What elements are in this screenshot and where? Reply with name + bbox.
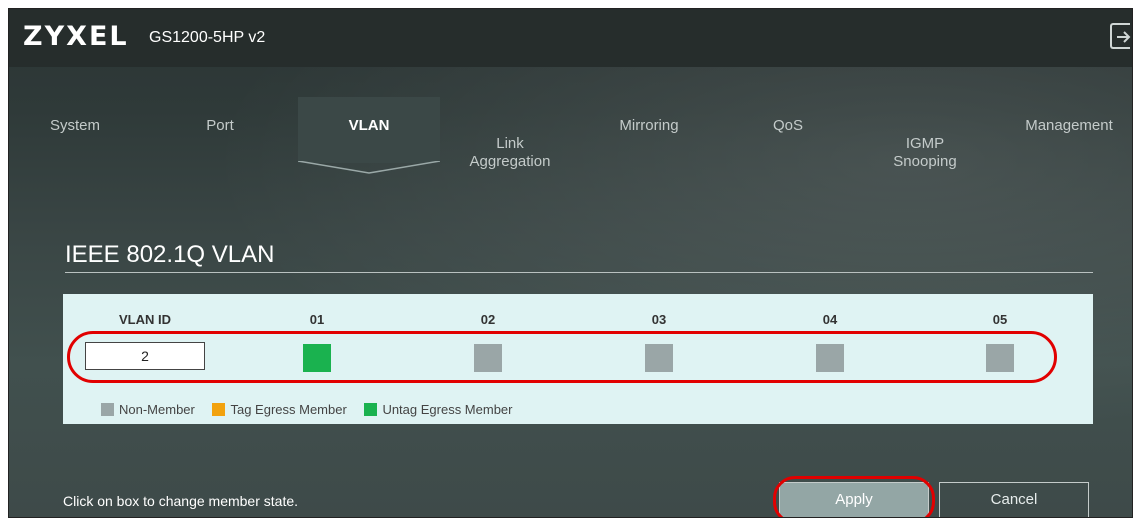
top-bar: ZYXEL GS1200-5HP v2 [9,9,1132,67]
main-nav: System Port VLAN Link Aggregation Mirror… [9,97,1132,174]
vlan-id-header: VLAN ID [119,312,171,327]
tab-link-aggregation[interactable]: Link Aggregation [455,97,565,170]
legend-non-member: Non-Member [101,402,198,417]
legend-label: Non-Member [119,402,195,417]
legend-swatch [364,403,378,416]
port-02-member-box[interactable] [474,344,502,372]
tab-label: Port [206,117,234,134]
tab-management[interactable]: Management [1009,97,1129,163]
app-window: ZYXEL GS1200-5HP v2 System Port VLAN Lin… [8,8,1133,518]
legend-tag-egress: Tag Egress Member [212,402,350,417]
tab-igmp-snooping[interactable]: IGMP Snooping [875,97,975,170]
active-tab-indicator [298,161,440,174]
legend-swatch [212,403,226,416]
legend-label: Untag Egress Member [382,402,513,417]
cancel-button[interactable]: Cancel [939,482,1089,517]
vlan-id-input[interactable] [85,342,205,370]
legend-untag-egress: Untag Egress Member [364,402,513,417]
port-03-member-box[interactable] [645,344,673,372]
tab-label: Link Aggregation [469,135,551,170]
legend-swatch [101,403,114,416]
vlan-table: VLAN ID 01 02 03 04 05 Non-Member Tag Eg… [63,294,1093,424]
port-header-02: 02 [480,312,496,327]
port-01-member-box[interactable] [303,344,331,372]
port-header-03: 03 [651,312,667,327]
port-header-05: 05 [992,312,1008,327]
apply-button[interactable]: Apply [779,482,929,517]
tab-label: Management [1025,117,1113,134]
port-header-04: 04 [822,312,838,327]
tab-mirroring[interactable]: Mirroring [599,97,699,163]
port-header-01: 01 [309,312,325,327]
page-title: IEEE 802.1Q VLAN [65,241,275,268]
help-text: Click on box to change member state. [63,493,299,509]
port-04-member-box[interactable] [816,344,844,372]
title-divider [65,272,1093,273]
legend-label: Tag Egress Member [230,402,347,417]
tab-label: Mirroring [619,117,679,134]
tab-label: System [49,117,100,134]
tab-label: VLAN [348,117,390,134]
tab-label: IGMP Snooping [893,135,957,170]
brand-logo: ZYXEL [23,21,129,52]
tab-vlan[interactable]: VLAN [298,97,440,174]
tab-label: QoS [772,117,803,134]
tab-qos[interactable]: QoS [753,97,823,163]
member-legend: Non-Member Tag Egress Member Untag Egres… [101,402,527,417]
logout-icon[interactable] [1110,23,1131,49]
device-model: GS1200-5HP v2 [149,29,266,46]
port-05-member-box[interactable] [986,344,1014,372]
tab-system[interactable]: System [25,97,125,163]
tab-port[interactable]: Port [175,97,265,163]
